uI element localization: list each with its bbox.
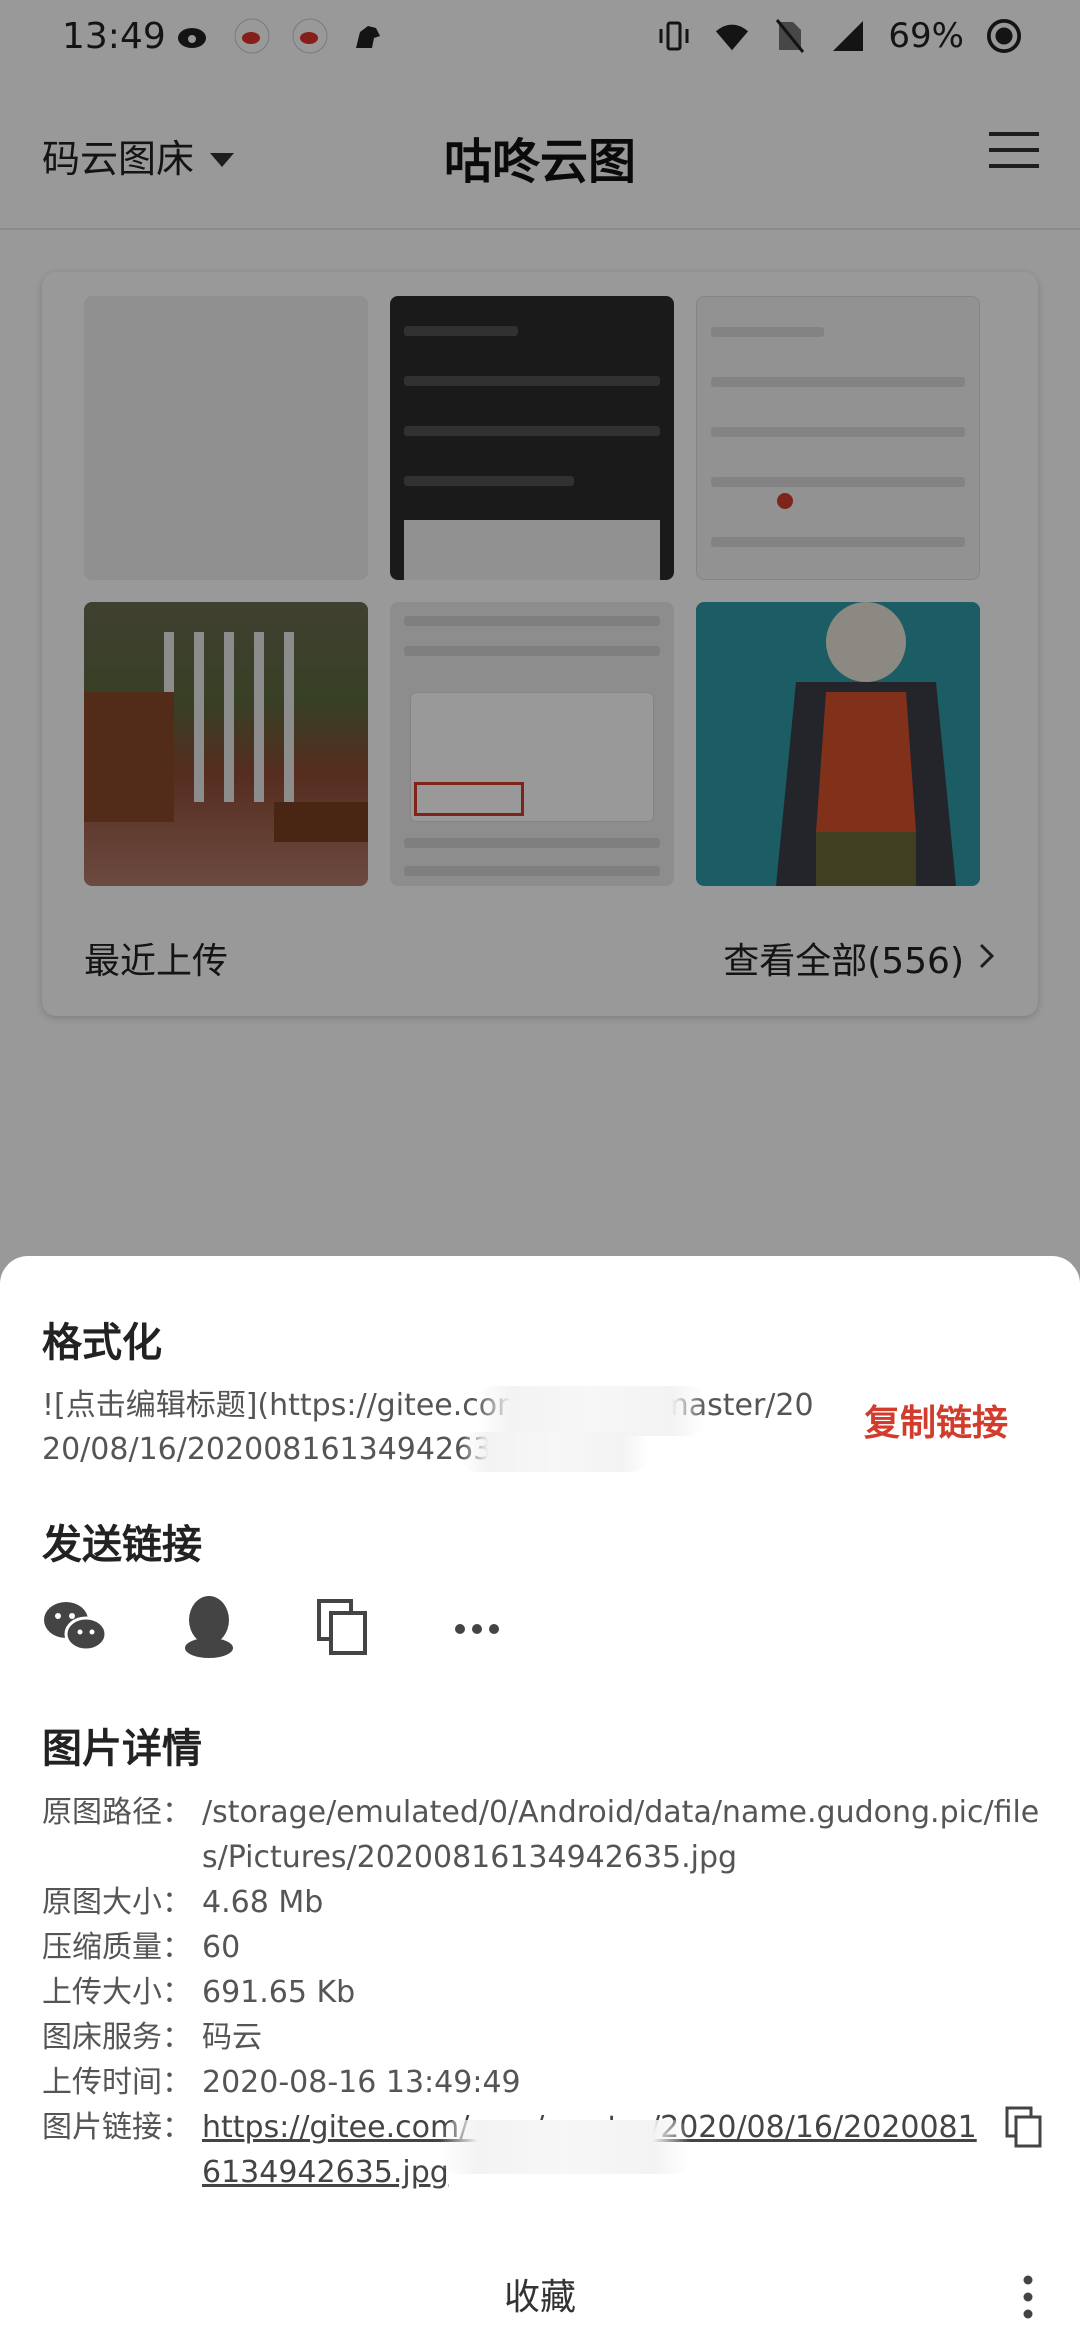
share-section-title: 发送链接 (42, 1522, 202, 1568)
wechat-icon (42, 1598, 108, 1660)
screen: 13:49 69% 码云图床 咕咚云图 最近上传 查看全部(556) 格式化 !… (0, 0, 1080, 2340)
details-section-title: 图片详情 (42, 1726, 202, 1772)
copy-icon (315, 1597, 371, 1661)
copy-link-icon[interactable] (1004, 2105, 1044, 2151)
share-row (42, 1596, 510, 1662)
redaction-patch (476, 1386, 706, 1436)
detail-key: 压缩质量： (42, 1930, 192, 1965)
detail-key: 图片链接： (42, 2110, 192, 2145)
detail-value: 691.65 Kb (202, 1975, 356, 2010)
qq-share-button[interactable] (176, 1596, 242, 1662)
image-detail-sheet: 格式化 ![点击编辑标题](https://gitee.com/ ng/raw/… (0, 1256, 1080, 2340)
qq-icon (180, 1594, 238, 1664)
detail-value: 4.68 Mb (202, 1885, 324, 1920)
detail-value: /storage/emulated/0/Android/data/name.gu… (202, 1795, 1040, 1875)
detail-value: 码云 (202, 2020, 262, 2055)
detail-key: 上传大小： (42, 1975, 192, 2010)
detail-value: 2020-08-16 13:49:49 (202, 2065, 521, 2100)
more-horizontal-icon (454, 1620, 500, 1639)
wechat-share-button[interactable] (42, 1596, 108, 1662)
copy-share-button[interactable] (310, 1596, 376, 1662)
detail-row-service: 图床服务： 码云 (42, 2015, 1042, 2060)
copy-link-button[interactable]: 复制链接 (864, 1394, 1008, 1446)
formatted-markdown-text[interactable]: ![点击编辑标题](https://gitee.com/ ng/raw/mast… (42, 1384, 832, 1472)
detail-key: 上传时间： (42, 2065, 192, 2100)
detail-row-quality: 压缩质量： 60 (42, 1925, 1042, 1970)
favorite-button[interactable]: 收藏 (0, 2268, 1080, 2320)
detail-row-size: 原图大小： 4.68 Mb (42, 1880, 1042, 1925)
detail-row-upload-size: 上传大小： 691.65 Kb (42, 1970, 1042, 2015)
redaction-patch (460, 1432, 650, 1472)
sheet-bottom-bar: 收藏 (0, 2256, 1080, 2340)
detail-row-time: 上传时间： 2020-08-16 13:49:49 (42, 2060, 1042, 2105)
redaction-patch (440, 2120, 690, 2174)
detail-key: 图床服务： (42, 2020, 192, 2055)
more-vertical-icon[interactable] (1020, 2272, 1036, 2322)
detail-key: 原图大小： (42, 1885, 192, 1920)
detail-value: 60 (202, 1930, 241, 1965)
format-section-title: 格式化 (42, 1320, 162, 1366)
detail-key: 原图路径： (42, 1795, 192, 1830)
more-share-button[interactable] (444, 1596, 510, 1662)
detail-row-path: 原图路径： /storage/emulated/0/Android/data/n… (42, 1790, 1042, 1880)
